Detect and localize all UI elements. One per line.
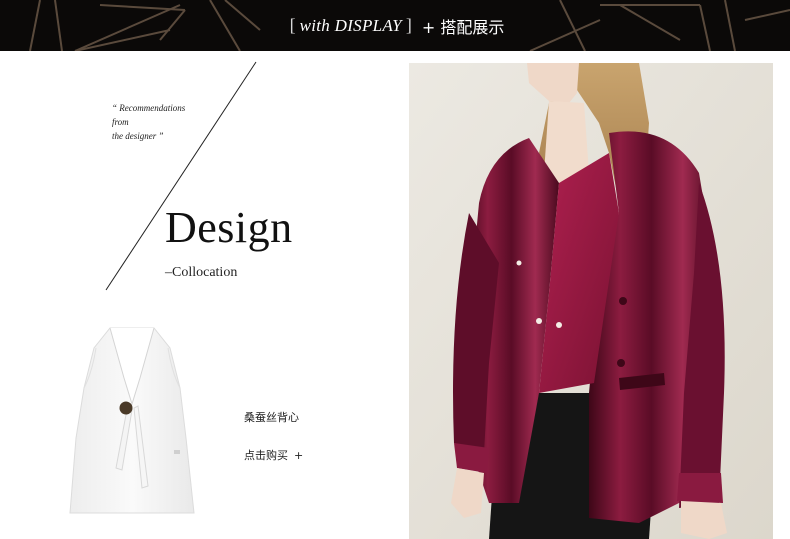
designer-recommendation: “ Recommendations from the designer ” xyxy=(112,101,185,143)
collocation-subheading: –Collocation xyxy=(165,265,238,280)
bracket-close: ] xyxy=(405,15,412,35)
banner-title-en: with DISPLAY xyxy=(299,15,402,35)
design-heading: Design xyxy=(165,203,293,252)
top-banner: [ with DISPLAY ] + 搭配展示 xyxy=(0,0,790,51)
diagonal-divider xyxy=(105,61,257,291)
bracket-open: [ xyxy=(289,15,296,35)
buy-label[interactable]: 点击购买 xyxy=(244,449,288,462)
banner-title-cn: + 搭配展示 xyxy=(421,17,505,37)
buy-link[interactable]: 点击购买 + xyxy=(244,447,303,463)
rec-line-3: the designer ” xyxy=(112,131,164,141)
banner-title: [ with DISPLAY ] + 搭配展示 xyxy=(0,0,790,51)
rec-line-1: “ Recommendations xyxy=(112,103,186,113)
plus-icon[interactable]: + xyxy=(294,449,303,462)
product-name: 桑蚕丝背心 xyxy=(244,411,299,424)
rec-line-2: from xyxy=(112,117,129,127)
vest-product-image[interactable] xyxy=(62,318,202,523)
model-photo xyxy=(409,63,773,539)
